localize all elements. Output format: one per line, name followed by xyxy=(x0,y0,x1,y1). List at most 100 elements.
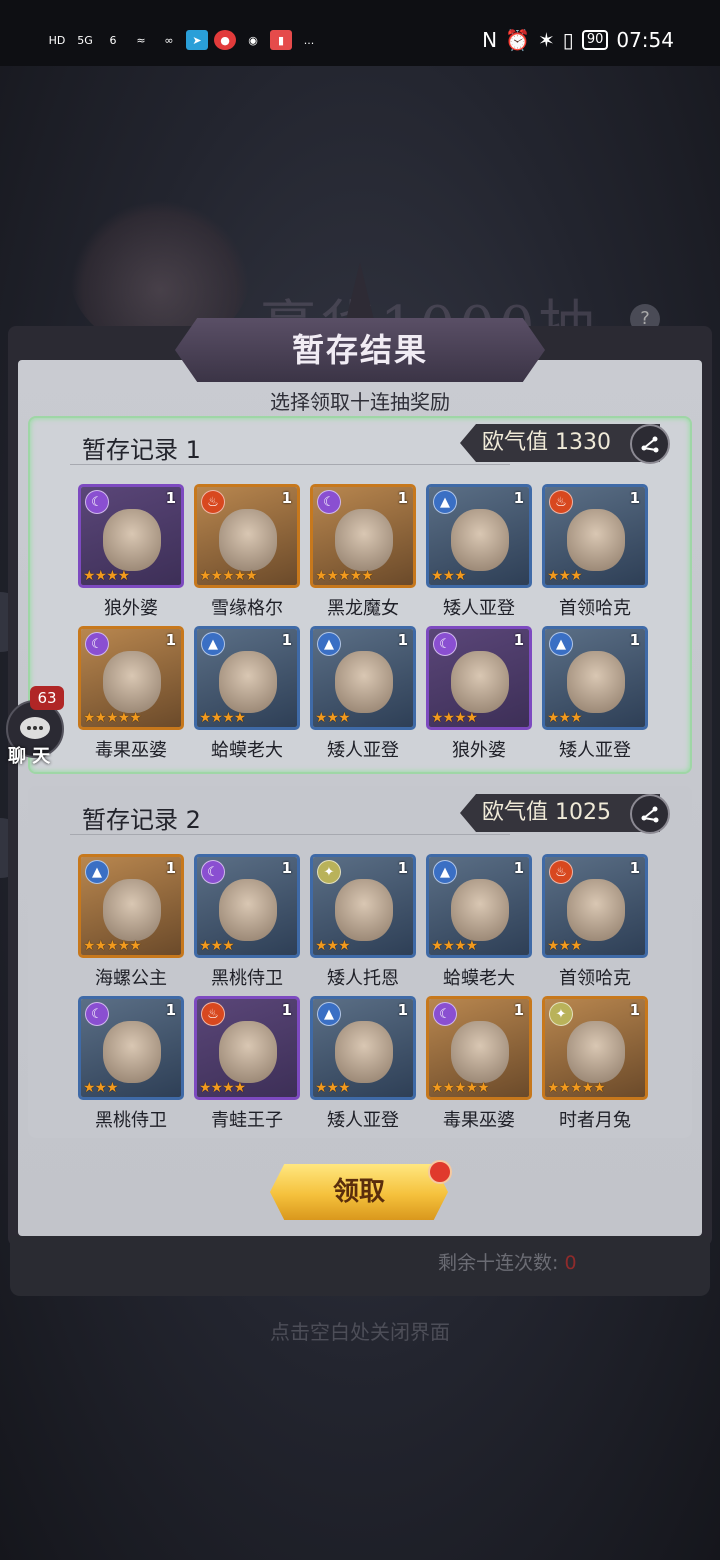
claim-button[interactable]: 领取 xyxy=(270,1164,448,1220)
hero-portrait: ▲ 1 ★★★★★ xyxy=(78,854,184,958)
water-element-icon: ▲ xyxy=(317,632,341,656)
share-icon[interactable] xyxy=(630,424,670,464)
hero-portrait: ▲ 1 ★★★ xyxy=(310,626,416,730)
hero-card[interactable]: ☾ 1 ★★★★ 狼外婆 xyxy=(78,484,184,620)
close-hint[interactable]: 点击空白处关闭界面 xyxy=(0,1316,720,1345)
hero-face xyxy=(335,879,393,941)
water-element-icon: ▲ xyxy=(317,1002,341,1026)
hero-name: 矮人托恩 xyxy=(327,968,399,989)
hero-card[interactable]: ♨ 1 ★★★ 首领哈克 xyxy=(542,484,648,620)
fire-element-icon: ♨ xyxy=(201,1002,225,1026)
more-notifications-icon: ... xyxy=(303,33,315,47)
hero-card[interactable]: ☾ 1 ★★★★ 狼外婆 xyxy=(426,626,532,762)
record-1[interactable]: 暂存记录 1 欧气值 1330 ☾ 1 ★★★★ 狼外婆 ♨ 1 ★★★★★ 雪缘格尔 ☾ 1 ★★… xyxy=(28,416,692,774)
hd-icon: HD xyxy=(48,33,66,47)
hero-portrait: ▲ 1 ★★★★ xyxy=(426,854,532,958)
hero-portrait: ♨ 1 ★★★ xyxy=(542,854,648,958)
hero-name: 蛤蟆老大 xyxy=(443,968,515,989)
remaining-value: 0 xyxy=(564,1252,577,1274)
hero-level: 1 xyxy=(165,489,176,507)
hero-card[interactable]: ♨ 1 ★★★ 首领哈克 xyxy=(542,854,648,990)
remaining-label: 剩余十连次数: xyxy=(438,1252,559,1274)
hero-face xyxy=(219,1021,277,1083)
hero-card[interactable]: ☾ 1 ★★★★★ 毒果巫婆 xyxy=(426,996,532,1132)
hero-card[interactable]: ▲ 1 ★★★ 矮人亚登 xyxy=(542,626,648,762)
hero-level: 1 xyxy=(513,859,524,877)
hero-face xyxy=(219,509,277,571)
hero-card[interactable]: ♨ 1 ★★★★ 青蛙王子 xyxy=(194,996,300,1132)
hero-card[interactable]: ▲ 1 ★★★ 矮人亚登 xyxy=(426,484,532,620)
hero-card[interactable]: ♨ 1 ★★★★★ 雪缘格尔 xyxy=(194,484,300,620)
hero-level: 1 xyxy=(629,631,640,649)
star-rating: ★★★★ xyxy=(199,710,246,726)
hero-name: 时者月兔 xyxy=(559,1110,631,1131)
star-rating: ★★★★ xyxy=(199,1080,246,1096)
hero-card[interactable]: ▲ 1 ★★★ 矮人亚登 xyxy=(310,996,416,1132)
record-2[interactable]: 暂存记录 2 欧气值 1025 ▲ 1 ★★★★★ 海螺公主 ☾ 1 ★★★ 黑桃侍卫 ✦ 1 ★★… xyxy=(28,786,692,1138)
signal-6-icon: 6 xyxy=(109,33,117,47)
hero-card[interactable]: ✦ 1 ★★★ 矮人托恩 xyxy=(310,854,416,990)
hero-name: 黑桃侍卫 xyxy=(211,968,283,989)
star-rating: ★★★ xyxy=(83,1080,119,1096)
hero-card[interactable]: ☾ 1 ★★★ 黑桃侍卫 xyxy=(194,854,300,990)
hero-card[interactable]: ✦ 1 ★★★★★ 时者月兔 xyxy=(542,996,648,1132)
hero-face xyxy=(451,1021,509,1083)
hero-card[interactable]: ▲ 1 ★★★ 矮人亚登 xyxy=(310,626,416,762)
luck-label: 欧气值 xyxy=(482,430,549,455)
hero-face xyxy=(103,651,161,713)
hero-portrait: ☾ 1 ★★★★ xyxy=(426,626,532,730)
record-divider xyxy=(70,834,510,835)
hero-level: 1 xyxy=(281,859,292,877)
battery-indicator: 90 xyxy=(581,30,609,50)
star-rating: ★★★★★ xyxy=(431,1080,490,1096)
luck-value: 1330 xyxy=(555,430,612,455)
chat-label: 聊 天 xyxy=(8,746,51,767)
star-rating: ★★★ xyxy=(547,710,583,726)
moon-element-icon: ☾ xyxy=(433,632,457,656)
hero-level: 1 xyxy=(281,631,292,649)
hero-face xyxy=(335,651,393,713)
hero-card[interactable]: ▲ 1 ★★★★★ 海螺公主 xyxy=(78,854,184,990)
hero-face xyxy=(103,879,161,941)
wifi-icon: ≈ xyxy=(136,33,146,47)
star-rating: ★★★★ xyxy=(431,710,478,726)
hero-level: 1 xyxy=(397,489,408,507)
hero-face xyxy=(567,651,625,713)
hero-face xyxy=(103,509,161,571)
hero-name: 狼外婆 xyxy=(104,598,158,619)
hero-portrait: ☾ 1 ★★★ xyxy=(78,996,184,1100)
star-rating: ★★★★ xyxy=(83,568,130,584)
moon-element-icon: ☾ xyxy=(85,490,109,514)
star-rating: ★★★ xyxy=(315,1080,351,1096)
hero-card[interactable]: ☾ 1 ★★★★★ 毒果巫婆 xyxy=(78,626,184,762)
light-element-icon: ✦ xyxy=(549,1002,573,1026)
hero-portrait: ♨ 1 ★★★★ xyxy=(194,996,300,1100)
hero-card[interactable]: ▲ 1 ★★★★ 蛤蟆老大 xyxy=(194,626,300,762)
star-rating: ★★★★★ xyxy=(83,938,142,954)
hero-card[interactable]: ▲ 1 ★★★★ 蛤蟆老大 xyxy=(426,854,532,990)
hero-card[interactable]: ☾ 1 ★★★ 黑桃侍卫 xyxy=(78,996,184,1132)
hero-level: 1 xyxy=(397,631,408,649)
hero-name: 首领哈克 xyxy=(559,598,631,619)
hero-face xyxy=(335,1021,393,1083)
fire-element-icon: ♨ xyxy=(549,490,573,514)
record-title: 暂存记录 1 xyxy=(82,436,201,464)
star-rating: ★★★★ xyxy=(431,938,478,954)
share-icon[interactable] xyxy=(630,794,670,834)
telegram-icon: ➤ xyxy=(186,30,208,50)
hero-card[interactable]: ☾ 1 ★★★★★ 黑龙魔女 xyxy=(310,484,416,620)
star-rating: ★★★★★ xyxy=(199,568,258,584)
hero-name: 黑桃侍卫 xyxy=(95,1110,167,1131)
hero-name: 矮人亚登 xyxy=(327,740,399,761)
hero-level: 1 xyxy=(513,489,524,507)
hero-name: 矮人亚登 xyxy=(327,1110,399,1131)
hero-portrait: ▲ 1 ★★★ xyxy=(310,996,416,1100)
record-title: 暂存记录 2 xyxy=(82,806,201,834)
moon-element-icon: ☾ xyxy=(317,490,341,514)
luck-value: 1025 xyxy=(555,800,612,825)
chat-unread-badge: 63 xyxy=(30,686,64,710)
nfc-icon: N xyxy=(482,28,498,52)
hero-portrait: ☾ 1 ★★★ xyxy=(194,854,300,958)
hero-level: 1 xyxy=(629,489,640,507)
hero-portrait: ▲ 1 ★★★★ xyxy=(194,626,300,730)
